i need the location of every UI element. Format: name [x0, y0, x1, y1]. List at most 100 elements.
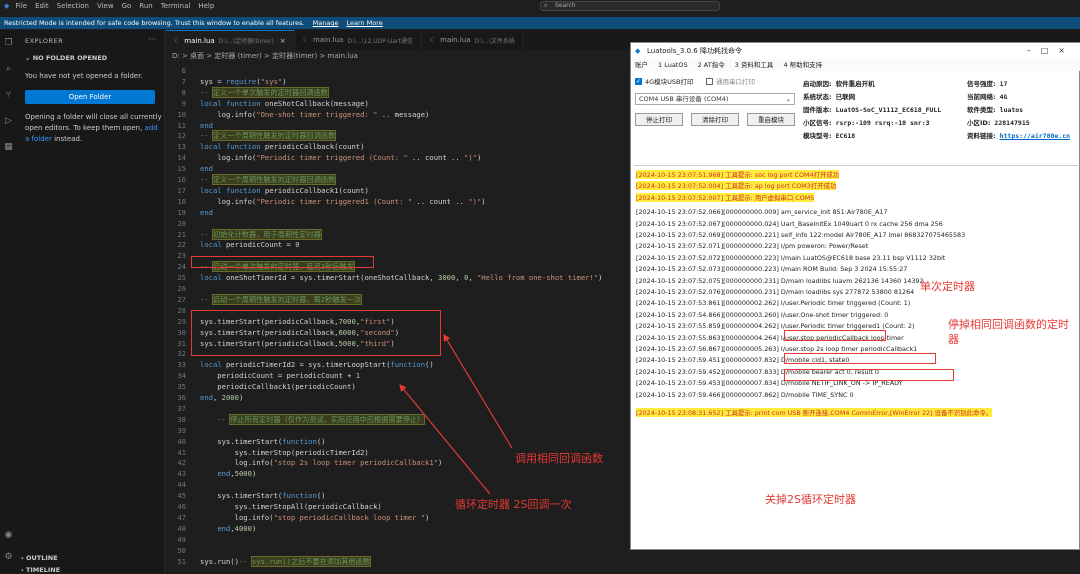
outline-section[interactable]: › OUTLINE: [21, 554, 58, 562]
menu-account[interactable]: 账户: [635, 59, 648, 71]
log-line: [2024-10-15 23:07:52.076][000000000.231]…: [636, 288, 915, 296]
search-input[interactable]: ⌕ Search: [540, 1, 720, 11]
code-token: end: [217, 523, 231, 533]
line-number: 9: [181, 98, 186, 108]
code-token: local: [200, 98, 222, 108]
line-number: 7: [181, 76, 186, 86]
explorer-title: EXPLORER: [25, 37, 64, 45]
line-number: 36: [177, 393, 186, 402]
account-icon[interactable]: ◉: [3, 530, 14, 541]
code-token: require: [225, 76, 257, 86]
more-actions-icon[interactable]: ···: [148, 35, 156, 44]
menu-support[interactable]: 4 帮助和支持: [783, 59, 822, 71]
code-token: function: [282, 491, 317, 501]
tab-main-lua-timer[interactable]: ☾ main.lua D:\...\定时器(timer) ×: [166, 30, 295, 50]
code-line: end: [200, 121, 213, 130]
highlight-one-shot-comment: [191, 256, 374, 268]
menu-help[interactable]: Help: [198, 2, 214, 10]
gear-icon[interactable]: ⚙: [3, 552, 14, 563]
line-number: 43: [177, 469, 186, 479]
tab-main-lua-udp[interactable]: ☾ main.lua D:\...\12.UDP-Uart通信: [295, 30, 422, 50]
menu-run[interactable]: Run: [139, 2, 152, 10]
info-key: 资料链接:: [967, 132, 996, 140]
line-number: 32: [177, 349, 186, 359]
code-token: local: [200, 273, 222, 283]
menu-selection[interactable]: Selection: [57, 2, 89, 10]
line-number: 11: [177, 120, 186, 130]
uart-print-checkbox[interactable]: 通用串口打印: [706, 76, 755, 86]
log-line: [2024-10-15 23:07:51.968] 工具提示: soc log …: [636, 170, 840, 179]
no-folder-section[interactable]: ⌄ NO FOLDER OPENED: [25, 54, 107, 62]
menu-tools[interactable]: 3 资料和工具: [735, 59, 774, 71]
unchecked-icon: [706, 77, 713, 85]
open-folder-button[interactable]: Open Folder: [25, 90, 155, 104]
line-number: 49: [177, 534, 186, 544]
code-line: -- 初始化计数器，用于周期性定时器: [200, 228, 322, 240]
code-token: 1: [355, 371, 361, 381]
tab-main-lua-fs[interactable]: ☾ main.lua D:\...\文件系统: [422, 30, 524, 50]
info-docs-link: 资料链接: https://air780e.cn: [967, 130, 1079, 140]
log-line: [2024-10-15 23:07:52.072][000000000.223]…: [636, 253, 946, 262]
menu-terminal[interactable]: Terminal: [161, 2, 191, 10]
code-line: end,4000): [217, 523, 257, 533]
search-view-icon[interactable]: ⌕: [3, 64, 14, 75]
learn-more-link[interactable]: Learn More: [346, 19, 382, 27]
line-number: 46: [177, 502, 186, 511]
line-number: 44: [177, 480, 186, 490]
info-value: LuatOS-SoC_V1112_EC618_FULL: [835, 106, 942, 114]
menu-go[interactable]: Go: [122, 2, 132, 10]
code-token: end: [217, 469, 231, 479]
annotation-loop-timer: 循环定时器 2S回调一次: [455, 498, 572, 511]
line-number: 19: [177, 207, 186, 217]
manage-link[interactable]: Manage: [313, 19, 339, 27]
line-number: 42: [177, 458, 186, 468]
tab-path: D:\...\定时器(timer): [218, 38, 274, 45]
stop-print-button[interactable]: 停止打印: [635, 113, 683, 126]
uart-print-label: 通用串口打印: [716, 78, 755, 86]
info-cell-signal: 小区信号: rsrp:-109 rsrq:-10 snr:3: [803, 117, 930, 127]
code-token: 停止所有定时器（仅作为测试，实际应用中应根据需要停止）: [229, 413, 426, 425]
code-token: -- 初始化计数器，用于周期性定时器: [200, 228, 322, 240]
lua-file-icon: ☾: [302, 36, 309, 44]
code-token: ")": [464, 153, 477, 163]
code-token: -- 定义一个周期性触发的定时器回调函数: [200, 130, 337, 142]
usb-print-checkbox[interactable]: ✓ 4G模块USB打印: [635, 76, 694, 86]
line-number: 39: [177, 425, 186, 435]
open-folder-hint: Opening a folder will close all currentl…: [25, 112, 163, 145]
source-control-icon[interactable]: ⑂: [3, 90, 14, 101]
code-line: sys.timerStop(periodicTimerId2): [200, 447, 369, 457]
clear-print-button[interactable]: 清除打印: [691, 113, 739, 126]
code-line: end: [200, 208, 213, 217]
menu-luatos[interactable]: 1 LuatOS: [658, 59, 688, 71]
restart-module-button[interactable]: 重启模块: [747, 113, 795, 126]
code-line: -- 停止所有定时器（仅作为测试，实际应用中应根据需要停止）: [200, 413, 426, 425]
luatools-window: ◆ Luatools_3.0.6 降功耗找命令 –□× 账户 1 LuatOS …: [630, 42, 1080, 550]
menu-file[interactable]: File: [15, 2, 27, 10]
hint-text-end: instead.: [51, 135, 83, 143]
usb-print-label: 4G模块USB打印: [645, 78, 694, 86]
port-select[interactable]: COM4 USB 串行设备 (COM4) ⌄: [635, 93, 795, 105]
tab-path: D:\...\文件系统: [474, 37, 515, 45]
code-token: function: [225, 98, 261, 108]
close-icon[interactable]: ×: [280, 37, 286, 45]
explorer-icon[interactable]: ❐: [3, 38, 14, 49]
log-line: [2024-10-15 23:07:54.866][000000003.260]…: [636, 310, 889, 319]
code-token: function: [225, 142, 261, 152]
code-line: log.info("stop 2s loop timer periodicCal…: [200, 458, 443, 468]
menu-at[interactable]: 2 AT指令: [698, 59, 725, 71]
menu-view[interactable]: View: [97, 2, 114, 10]
code-token: local: [200, 142, 222, 152]
docs-link[interactable]: https://air780e.cn: [1000, 132, 1070, 140]
log-line: [2024-10-15 23:07:52.007] 工具提示: 用户虚拟串口 C…: [636, 192, 815, 202]
code-line: log.info("stop periodicCallback loop tim…: [200, 512, 430, 522]
line-number: 14: [177, 153, 186, 163]
code-token: 0: [463, 273, 469, 283]
code-line: log.info("One-shot timer triggered: " ..…: [200, 109, 430, 119]
info-software-type: 软件类型: luatos: [967, 104, 1023, 114]
code-line: local periodicTimerId2 = sys.timerLoopSt…: [200, 360, 434, 370]
run-debug-icon[interactable]: ▷: [3, 116, 14, 127]
menu-edit[interactable]: Edit: [35, 2, 49, 10]
window-controls[interactable]: –□×: [1027, 43, 1075, 59]
info-key: 信号强度:: [967, 80, 996, 88]
extensions-icon[interactable]: ▦: [3, 142, 14, 153]
